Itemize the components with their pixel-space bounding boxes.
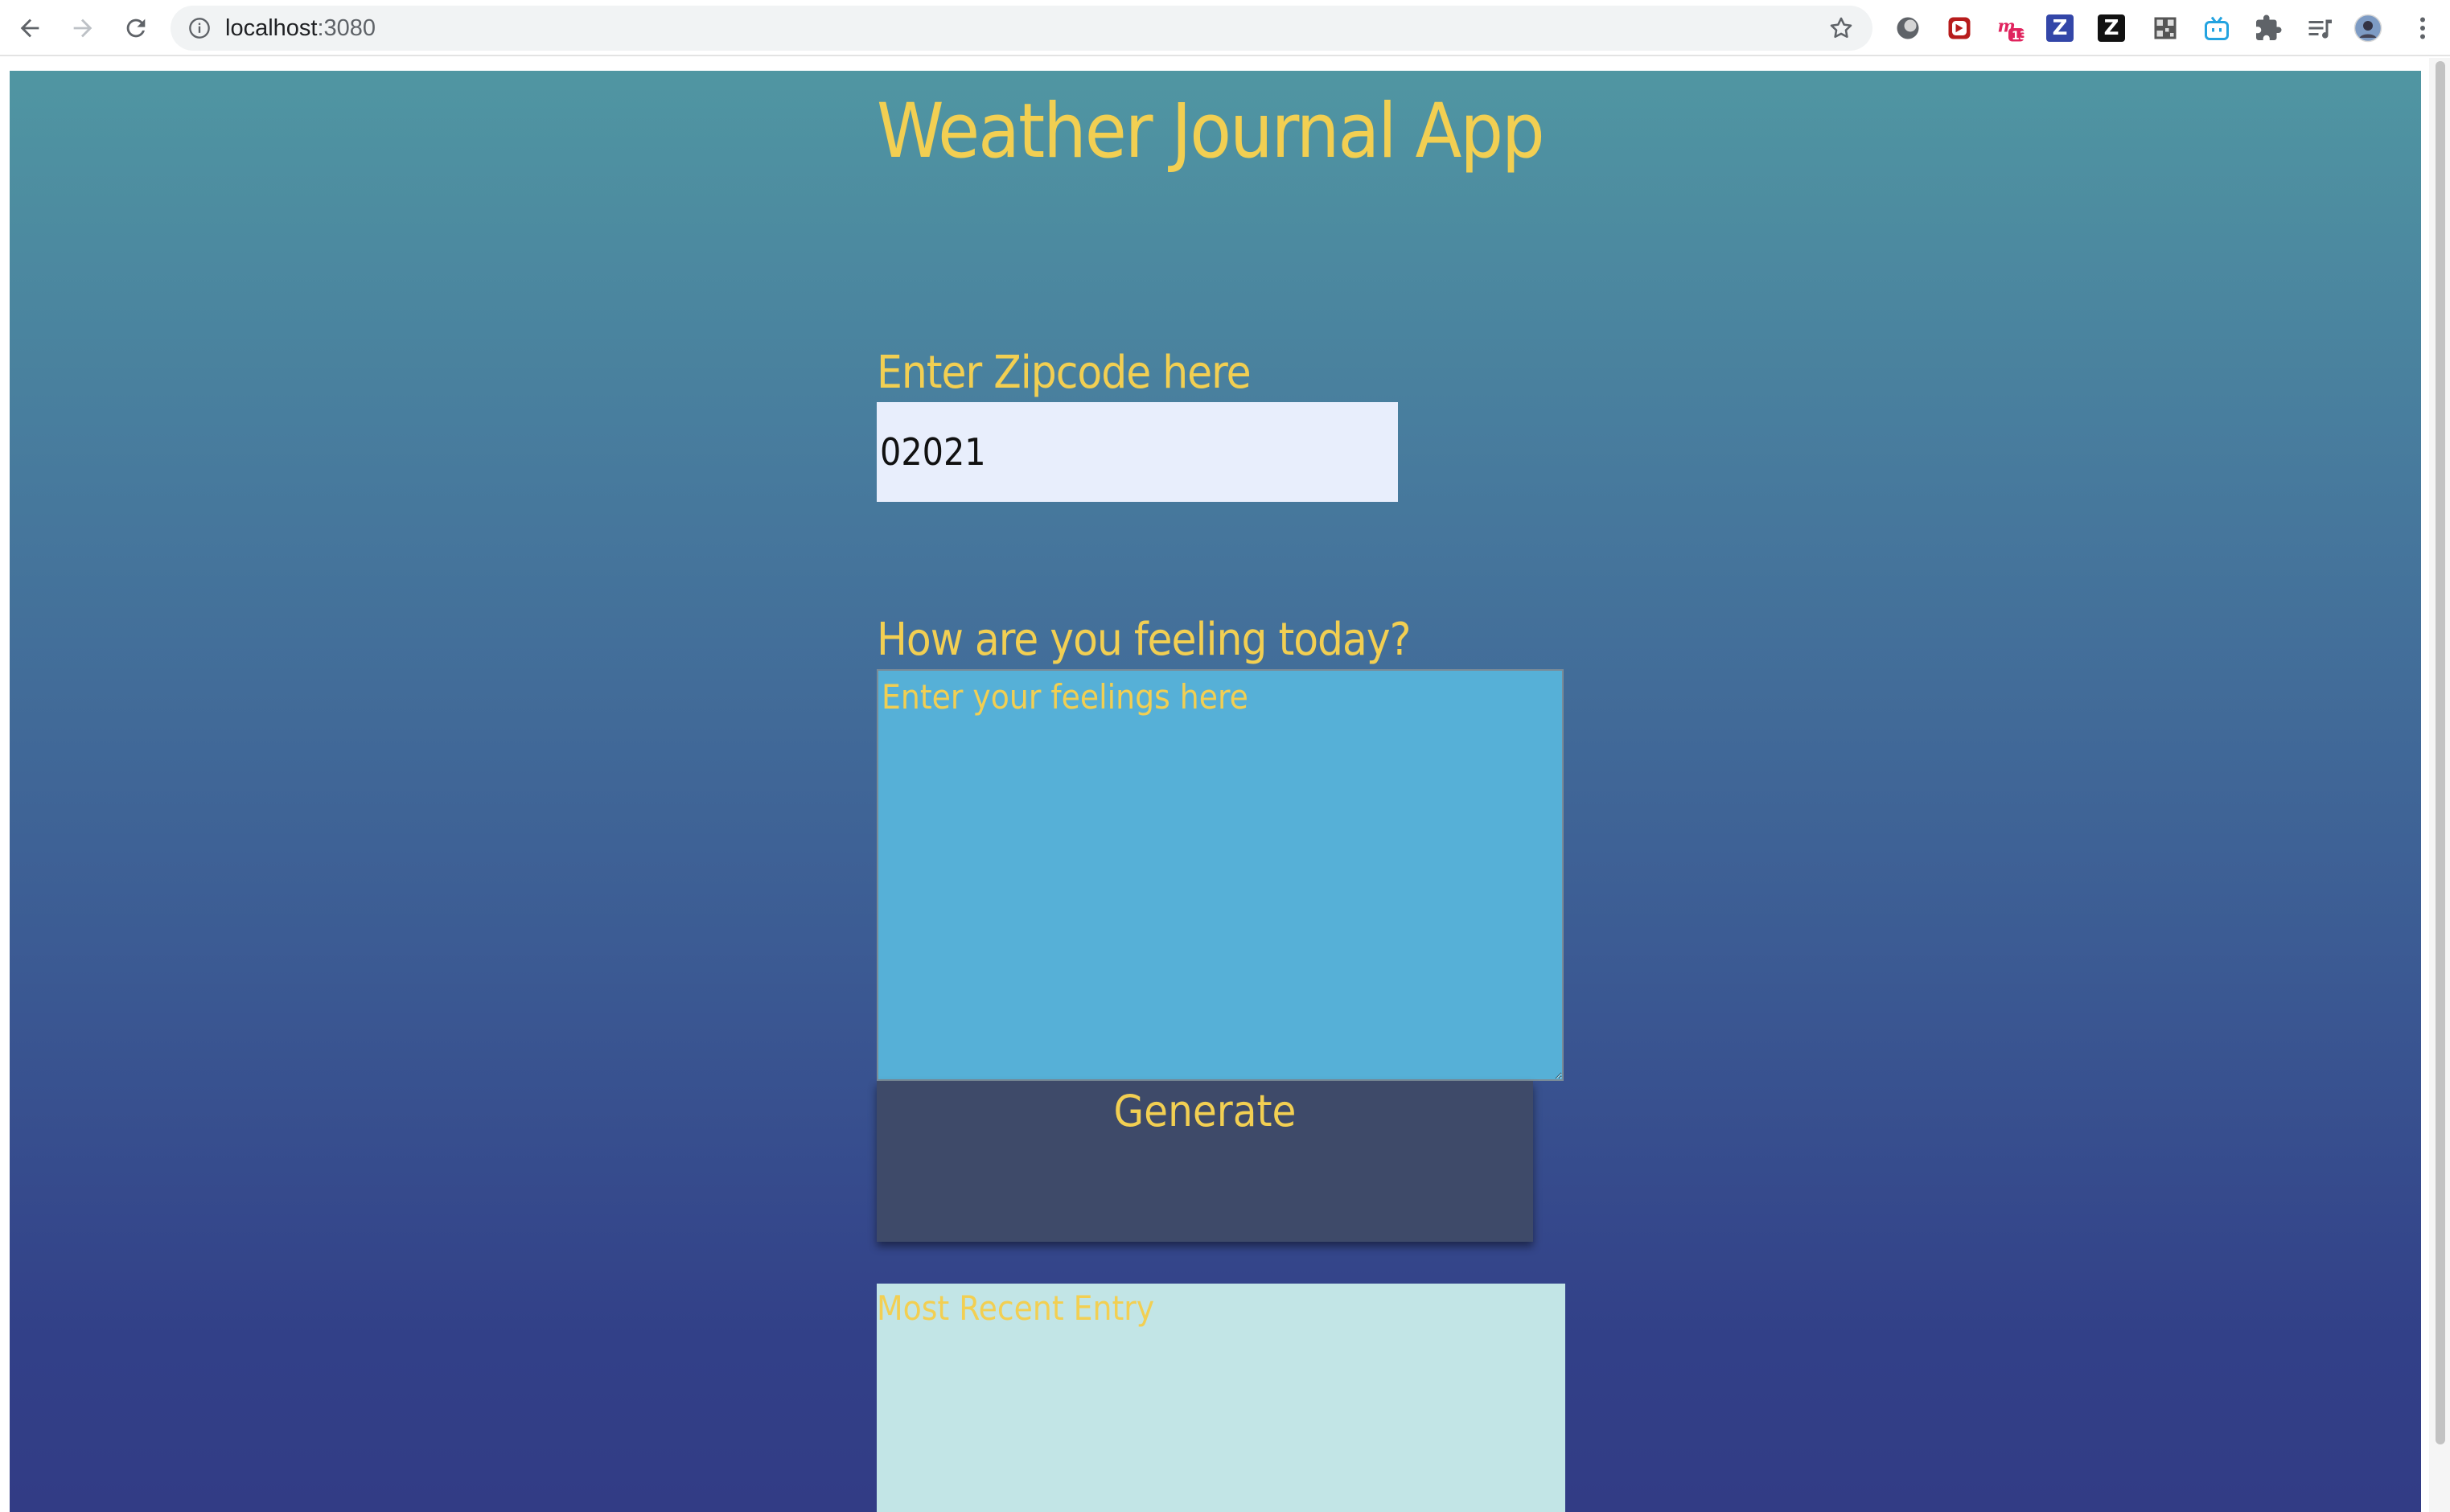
qr-extension-icon[interactable] <box>2149 12 2181 44</box>
zotero-black-icon[interactable]: Z <box>2098 14 2125 42</box>
url-port: :3080 <box>317 15 376 41</box>
entry-title: Most Recent Entry <box>877 1288 1155 1328</box>
back-button[interactable] <box>10 8 50 48</box>
profile-avatar[interactable] <box>2352 12 2384 44</box>
address-bar[interactable]: localhost:3080 <box>171 6 1872 51</box>
feelings-label: How are you feeling today? <box>877 614 1411 666</box>
browser-viewport: Weather Journal App Enter Zipcode here H… <box>0 58 2450 1512</box>
forward-button[interactable] <box>63 8 103 48</box>
reload-icon <box>126 18 146 38</box>
bookmark-star-icon[interactable] <box>1827 14 1855 42</box>
app-page: Weather Journal App Enter Zipcode here H… <box>10 71 2421 1512</box>
recent-entry-panel: Most Recent Entry <box>877 1284 1565 1512</box>
generate-button[interactable]: Generate <box>877 1081 1533 1242</box>
browser-toolbar: localhost:3080 m 13 Z Z <box>0 0 2450 56</box>
circle-extension-icon[interactable] <box>1892 12 1924 44</box>
info-icon[interactable] <box>188 17 211 39</box>
page-title: Weather Journal App <box>877 88 1545 175</box>
url-text: localhost:3080 <box>225 15 376 41</box>
vertical-scrollbar[interactable] <box>2429 58 2450 1512</box>
reading-list-icon[interactable] <box>2304 12 2336 44</box>
video-extension-icon[interactable] <box>1943 12 1975 44</box>
notes-badge: 13 <box>2012 30 2028 43</box>
menu-kebab-icon[interactable] <box>2407 12 2439 44</box>
notes-extension-icon[interactable]: m 13 <box>1995 12 2028 44</box>
zotero-blue-icon[interactable]: Z <box>2046 14 2074 42</box>
url-host: localhost <box>225 15 318 41</box>
zip-input[interactable] <box>877 402 1398 502</box>
forward-arrow-icon <box>73 18 92 38</box>
bilibili-extension-icon[interactable] <box>2201 12 2233 44</box>
zip-label: Enter Zipcode here <box>877 347 1252 399</box>
back-arrow-icon <box>20 18 39 38</box>
scrollbar-thumb[interactable] <box>2436 61 2445 1444</box>
feelings-textarea[interactable] <box>877 669 1564 1081</box>
puzzle-extensions-icon[interactable] <box>2252 12 2284 44</box>
reload-button[interactable] <box>116 8 156 48</box>
